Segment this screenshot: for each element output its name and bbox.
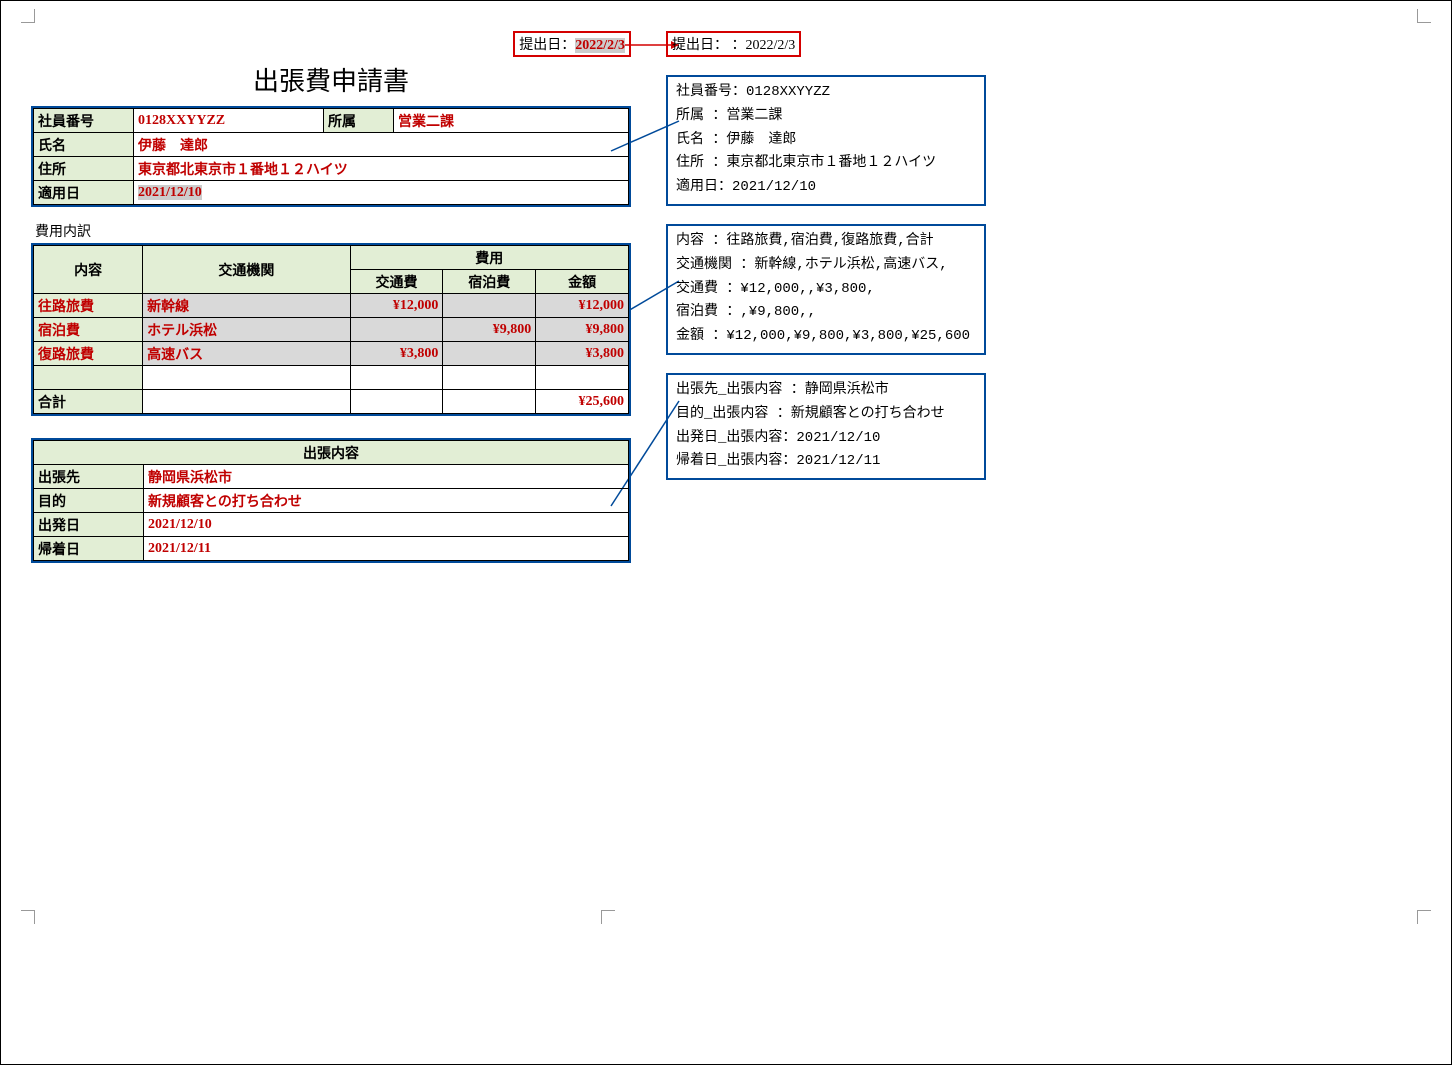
exp-total-blank2 bbox=[350, 390, 443, 414]
exp-row1-lodge: ¥9,800 bbox=[443, 318, 536, 342]
exp-row3-amount bbox=[536, 366, 629, 390]
exp-row2-trans: ¥3,800 bbox=[350, 342, 443, 366]
anno1-l1a: 社員番号： bbox=[676, 84, 746, 100]
exp-row3-content bbox=[34, 366, 143, 390]
trip-purpose: 新規顧客との打ち合わせ bbox=[144, 489, 629, 513]
submit2-label: 提出日： ： bbox=[672, 38, 746, 53]
anno2-l5: 金額 ：¥12,000,¥9,800,¥3,800,¥25,600 bbox=[676, 325, 976, 349]
crop-mark bbox=[1417, 910, 1431, 924]
exp-hdr-cost: 費用 bbox=[350, 246, 628, 270]
annotation-expense: 内容 ：往路旅費,宿泊費,復路旅費,合計 交通機関 ：新幹線,ホテル浜松,高速バ… bbox=[666, 224, 986, 355]
exp-hdr-transcost: 交通費 bbox=[350, 270, 443, 294]
document-title: 出張費申請書 bbox=[31, 61, 631, 98]
annotation-trip: 出張先_出張内容 ：静岡県浜松市 目的_出張内容 ：新規顧客との打ち合わせ 出発… bbox=[666, 373, 986, 480]
exp-row0-amount: ¥12,000 bbox=[536, 294, 629, 318]
anno1-l4: 住所 ：東京都北東京市１番地１２ハイツ bbox=[676, 152, 976, 176]
emp-dept: 営業二課 bbox=[394, 109, 629, 133]
exp-row2-transport: 高速バス bbox=[143, 342, 350, 366]
anno2-l4: 宿泊費 ：,¥9,800,, bbox=[676, 301, 976, 325]
exp-total-blank3 bbox=[443, 390, 536, 414]
trip-dest: 静岡県浜松市 bbox=[144, 465, 629, 489]
exp-total-blank1 bbox=[143, 390, 350, 414]
submit-label: 提出日： bbox=[519, 38, 575, 53]
anno3-l1: 出張先_出張内容 ：静岡県浜松市 bbox=[676, 379, 976, 403]
emp-name-label: 氏名 bbox=[34, 133, 134, 157]
exp-row3-transport bbox=[143, 366, 350, 390]
emp-id-label: 社員番号 bbox=[34, 109, 134, 133]
expense-box: 内容 交通機関 費用 交通費 宿泊費 金額 往路旅費 新幹線 ¥12,000 ¥… bbox=[31, 243, 631, 416]
exp-row2-amount: ¥3,800 bbox=[536, 342, 629, 366]
anno3-l4: 帰着日_出張内容：2021/12/11 bbox=[676, 450, 976, 474]
submit-date-callout: 提出日：2022/2/3 bbox=[513, 31, 631, 57]
submit-date: 2022/2/3 bbox=[575, 38, 625, 53]
emp-dept-label: 所属 bbox=[324, 109, 394, 133]
exp-total-label: 合計 bbox=[34, 390, 143, 414]
emp-apply-label: 適用日 bbox=[34, 181, 134, 205]
trip-table: 出張内容 出張先 静岡県浜松市 目的 新規顧客との打ち合わせ 出発日 2021/… bbox=[33, 440, 629, 561]
exp-row3-lodge bbox=[443, 366, 536, 390]
exp-row0-transport: 新幹線 bbox=[143, 294, 350, 318]
trip-depart: 2021/12/10 bbox=[144, 513, 629, 537]
emp-name: 伊藤 達郎 bbox=[134, 133, 629, 157]
exp-row3-trans bbox=[350, 366, 443, 390]
exp-total: ¥25,600 bbox=[536, 390, 629, 414]
emp-apply: 2021/12/10 bbox=[138, 185, 202, 200]
exp-hdr-transport: 交通機関 bbox=[143, 246, 350, 294]
submit-date-row: 提出日：2022/2/3 bbox=[31, 31, 631, 57]
exp-row0-content: 往路旅費 bbox=[34, 294, 143, 318]
anno1-l1b: 0128XXYYZZ bbox=[746, 84, 830, 100]
exp-row2-lodge bbox=[443, 342, 536, 366]
emp-addr-label: 住所 bbox=[34, 157, 134, 181]
exp-hdr-lodgecost: 宿泊費 bbox=[443, 270, 536, 294]
anno1-l3: 氏名 ：伊藤 達郎 bbox=[676, 129, 976, 153]
anno1-l5: 適用日：2021/12/10 bbox=[676, 176, 976, 200]
annotation-employee: 社員番号：0128XXYYZZ 所属 ：営業二課 氏名 ：伊藤 達郎 住所 ：東… bbox=[666, 75, 986, 206]
exp-row0-lodge bbox=[443, 294, 536, 318]
exp-row1-transport: ホテル浜松 bbox=[143, 318, 350, 342]
exp-row2-content: 復路旅費 bbox=[34, 342, 143, 366]
exp-row1-content: 宿泊費 bbox=[34, 318, 143, 342]
document-pane: 提出日：2022/2/3 出張費申請書 社員番号 0128XXYYZZ 所属 営… bbox=[31, 31, 631, 563]
anno3-l3: 出発日_出張内容：2021/12/10 bbox=[676, 427, 976, 451]
submit-date-callout-right: 提出日： ：2022/2/3 bbox=[666, 31, 801, 57]
exp-row1-trans bbox=[350, 318, 443, 342]
trip-purpose-label: 目的 bbox=[34, 489, 144, 513]
trip-depart-label: 出発日 bbox=[34, 513, 144, 537]
exp-row1-amount: ¥9,800 bbox=[536, 318, 629, 342]
employee-info-box: 社員番号 0128XXYYZZ 所属 営業二課 氏名 伊藤 達郎 住所 東京都北… bbox=[31, 106, 631, 207]
trip-box: 出張内容 出張先 静岡県浜松市 目的 新規顧客との打ち合わせ 出発日 2021/… bbox=[31, 438, 631, 563]
exp-hdr-amount: 金額 bbox=[536, 270, 629, 294]
anno3-l2: 目的_出張内容 ：新規顧客との打ち合わせ bbox=[676, 403, 976, 427]
trip-header: 出張内容 bbox=[34, 441, 629, 465]
trip-return: 2021/12/11 bbox=[144, 537, 629, 561]
anno2-l1: 内容 ：往路旅費,宿泊費,復路旅費,合計 bbox=[676, 230, 976, 254]
annotation-pane: 提出日： ：2022/2/3 社員番号：0128XXYYZZ 所属 ：営業二課 … bbox=[666, 31, 986, 563]
trip-dest-label: 出張先 bbox=[34, 465, 144, 489]
expense-section-label: 費用内訳 bbox=[35, 221, 631, 241]
trip-return-label: 帰着日 bbox=[34, 537, 144, 561]
employee-table: 社員番号 0128XXYYZZ 所属 営業二課 氏名 伊藤 達郎 住所 東京都北… bbox=[33, 108, 629, 205]
crop-mark bbox=[601, 910, 615, 924]
emp-id: 0128XXYYZZ bbox=[134, 109, 324, 133]
crop-mark bbox=[21, 910, 35, 924]
anno1-l2: 所属 ：営業二課 bbox=[676, 105, 976, 129]
anno2-l2: 交通機関 ：新幹線,ホテル浜松,高速バス, bbox=[676, 254, 976, 278]
exp-hdr-content: 内容 bbox=[34, 246, 143, 294]
exp-row0-trans: ¥12,000 bbox=[350, 294, 443, 318]
expense-table: 内容 交通機関 費用 交通費 宿泊費 金額 往路旅費 新幹線 ¥12,000 ¥… bbox=[33, 245, 629, 414]
anno2-l3: 交通費 ：¥12,000,,¥3,800, bbox=[676, 278, 976, 302]
submit2-date: 2022/2/3 bbox=[746, 38, 796, 53]
emp-addr: 東京都北東京市１番地１２ハイツ bbox=[134, 157, 629, 181]
